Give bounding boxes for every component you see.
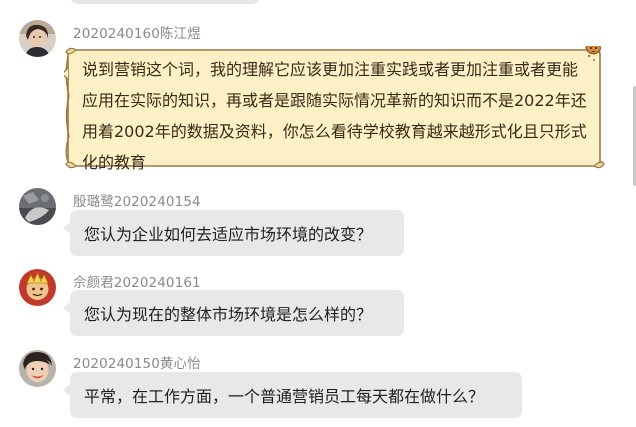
message-text: 您认为企业如何去适应市场环境的改变？ [84, 225, 373, 244]
avatar-photo-girl-icon [19, 20, 56, 57]
avatar[interactable] [19, 269, 56, 306]
avatar-photo-face-icon [19, 350, 56, 387]
message-bubble[interactable]: 您认为现在的整体市场环境是怎么样的？ [63, 290, 404, 336]
avatar-photo-dark-icon [19, 188, 56, 225]
avatar[interactable] [19, 350, 56, 387]
sender-name: 佘颜君2020240161 [73, 275, 201, 291]
message-text: 您认为现在的整体市场环境是怎么样的？ [84, 305, 373, 324]
avatar-cartoon-red-icon [19, 269, 56, 306]
message-bubble-scroll[interactable]: 说到营销这个词，我的理解它应该更加注重实践或者更加注重或者更能应用在实际的知识，… [64, 46, 606, 172]
message-bubble[interactable]: 平常，在工作方面，一个普通营销员工每天都在做什么？ [63, 372, 522, 418]
avatar[interactable] [19, 20, 56, 57]
message-text: 说到营销这个词，我的理解它应该更加注重实践或者更加注重或者更能应用在实际的知识，… [82, 60, 587, 172]
avatar[interactable] [19, 188, 56, 225]
sender-name: 2020240160陈江煜 [73, 26, 201, 42]
previous-message-bubble-fragment [70, 0, 260, 4]
message-text: 平常，在工作方面，一个普通营销员工每天都在做什么？ [84, 387, 485, 406]
sender-name: 2020240150黄心怡 [73, 356, 201, 372]
sender-name: 殷璐鹭2020240154 [73, 194, 201, 210]
message-bubble[interactable]: 您认为企业如何去适应市场环境的改变？ [63, 210, 404, 256]
